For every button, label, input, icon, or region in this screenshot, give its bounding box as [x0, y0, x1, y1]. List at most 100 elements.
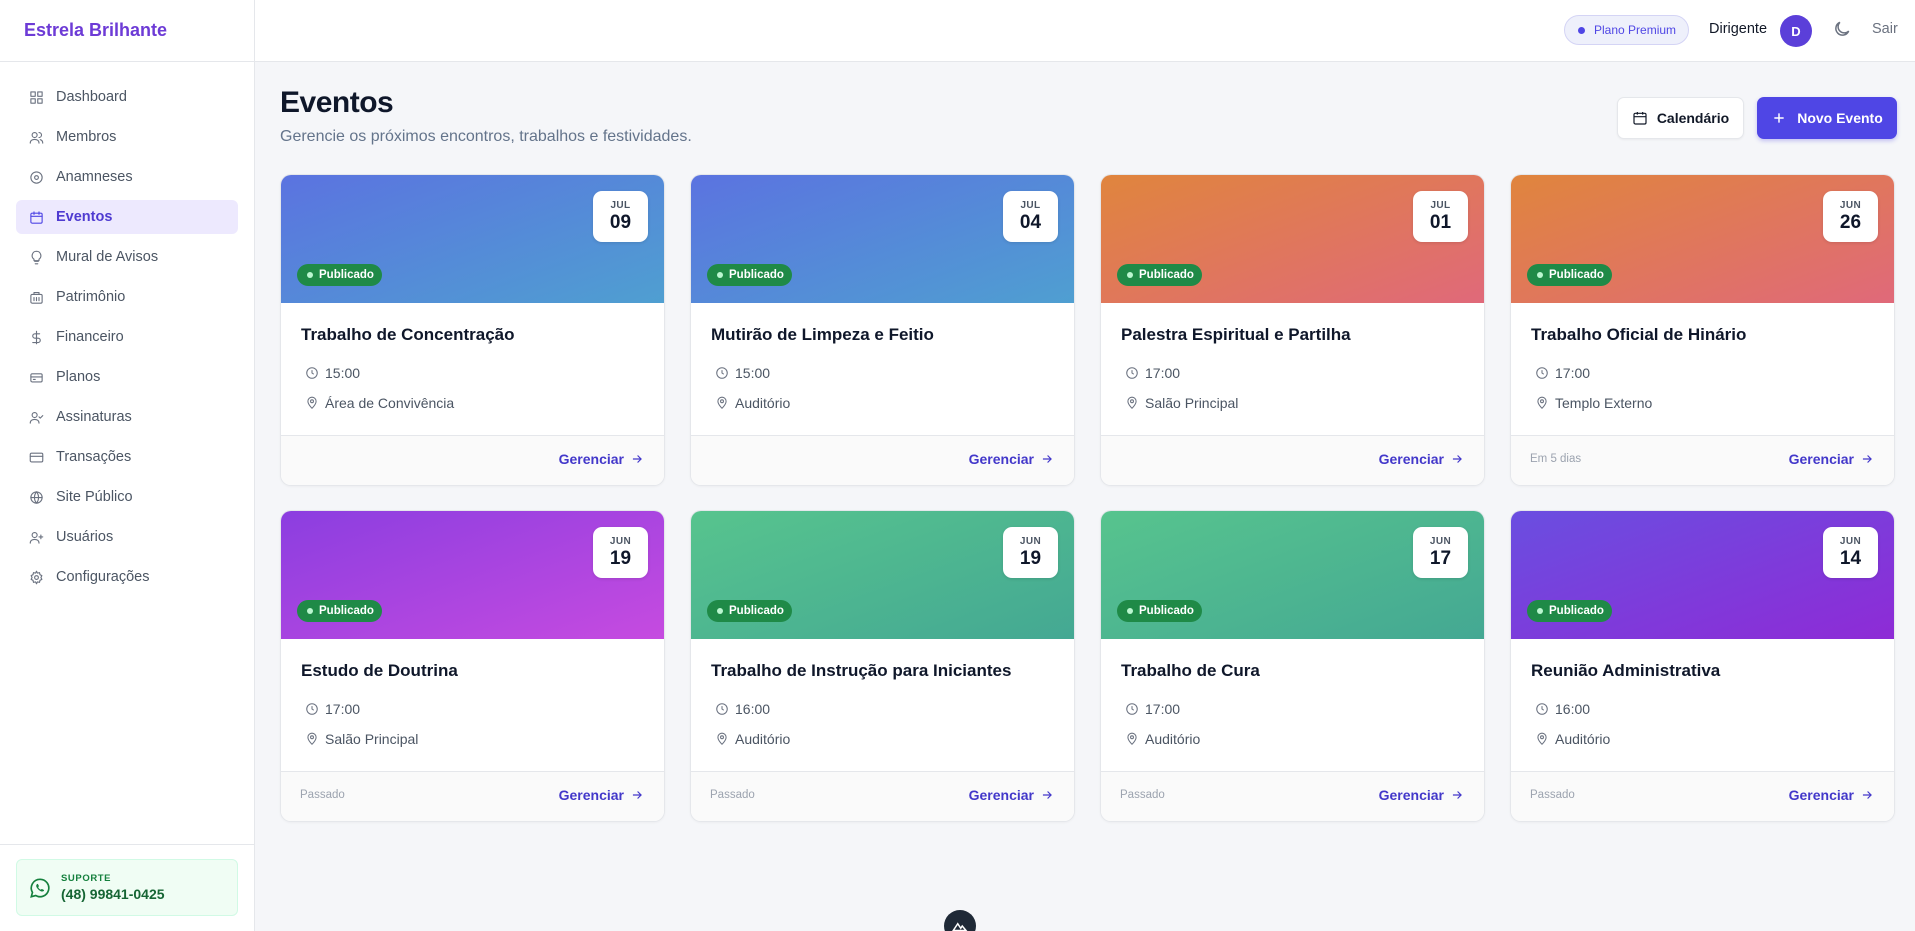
- event-card[interactable]: JUN 17 Publicado Trabalho de Cura 17:00 …: [1100, 510, 1485, 822]
- arrow-right-icon: [632, 455, 642, 463]
- arrow-right-icon: [1452, 455, 1462, 463]
- event-month: JUL: [1430, 200, 1451, 211]
- event-location: Área de Convivência: [305, 395, 454, 411]
- topbar: Plano Premium Dirigente D Sair: [255, 0, 1915, 62]
- globe-icon: [30, 490, 43, 504]
- sidebar-item-label: Dashboard: [56, 89, 127, 105]
- event-title: Trabalho Oficial de Hinário: [1531, 325, 1747, 344]
- building-icon: [30, 291, 43, 304]
- sidebar-item-configuracoes[interactable]: Configurações: [16, 560, 238, 594]
- dashboard-icon: [30, 90, 43, 104]
- manage-link[interactable]: Gerenciar: [969, 787, 1054, 803]
- event-card[interactable]: JUN 19 Publicado Trabalho de Instrução p…: [690, 510, 1075, 822]
- dev-tools-button[interactable]: [944, 910, 976, 931]
- event-title: Reunião Administrativa: [1531, 661, 1721, 680]
- event-day: 26: [1839, 212, 1862, 233]
- brand-logo[interactable]: Estrela Brilhante: [0, 0, 254, 62]
- sidebar-item-anamneses[interactable]: Anamneses: [16, 160, 238, 194]
- avatar[interactable]: D: [1780, 15, 1812, 47]
- event-card[interactable]: JUN 26 Publicado Trabalho Oficial de Hin…: [1510, 174, 1895, 486]
- manage-label: Gerenciar: [558, 451, 624, 467]
- user-check-icon: [29, 411, 44, 424]
- manage-link[interactable]: Gerenciar: [1789, 451, 1874, 467]
- sidebar-item-membros[interactable]: Membros: [16, 120, 238, 154]
- manage-link[interactable]: Gerenciar: [1379, 451, 1464, 467]
- sidebar-item-label: Transações: [56, 449, 132, 465]
- calendar-button-label: Calendário: [1656, 110, 1730, 126]
- event-title: Trabalho de Concentração: [301, 325, 515, 344]
- status-label: Publicado: [729, 605, 784, 617]
- event-time: 17:00: [1125, 701, 1180, 717]
- lightbulb-icon: [31, 250, 42, 264]
- event-location-label: Salão Principal: [1145, 395, 1239, 411]
- event-day: 19: [1019, 548, 1042, 569]
- sidebar-item-financeiro[interactable]: Financeiro: [16, 320, 238, 354]
- sidebar-item-assinaturas[interactable]: Assinaturas: [16, 400, 238, 434]
- event-day: 09: [609, 212, 632, 233]
- sidebar-item-usuarios[interactable]: Usuários: [16, 520, 238, 554]
- sidebar-item-patrimonio[interactable]: Patrimônio: [16, 280, 238, 314]
- sidebar-item-label: Patrimônio: [56, 289, 126, 305]
- event-card[interactable]: JUL 04 Publicado Mutirão de Limpeza e Fe…: [690, 174, 1075, 486]
- support-card[interactable]: SUPORTE (48) 99841-0425: [16, 859, 238, 916]
- sidebar-item-transacoes[interactable]: Transações: [16, 440, 238, 474]
- sidebar-item-site-publico[interactable]: Site Público: [16, 480, 238, 514]
- event-month: JUL: [610, 200, 631, 211]
- sidebar-item-label: Financeiro: [56, 329, 124, 345]
- event-month: JUN: [1839, 200, 1862, 211]
- sidebar-item-label: Mural de Avisos: [56, 249, 159, 265]
- event-date: JUN 19: [1003, 527, 1058, 578]
- manage-label: Gerenciar: [1788, 451, 1854, 467]
- event-location-label: Auditório: [1555, 731, 1611, 747]
- event-title: Mutirão de Limpeza e Feitio: [711, 325, 934, 344]
- event-time-label: 15:00: [735, 365, 771, 381]
- event-footer: Em 5 dias Gerenciar: [1511, 435, 1894, 485]
- arrow-right-icon: [1042, 455, 1052, 463]
- event-footer: Passado Gerenciar: [281, 771, 664, 821]
- theme-toggle-button[interactable]: [1832, 19, 1854, 41]
- manage-link[interactable]: Gerenciar: [969, 451, 1054, 467]
- status-label: Publicado: [1549, 605, 1604, 617]
- event-card[interactable]: JUN 19 Publicado Estudo de Doutrina 17:0…: [280, 510, 665, 822]
- status-label: Publicado: [1139, 269, 1194, 281]
- sidebar-item-mural-de-avisos[interactable]: Mural de Avisos: [16, 240, 238, 274]
- sidebar-item-planos[interactable]: Planos: [16, 360, 238, 394]
- user-role: Dirigente: [1709, 21, 1768, 37]
- sidebar-item-label: Anamneses: [56, 169, 133, 185]
- status-dot-icon: [1537, 608, 1543, 614]
- new-event-button[interactable]: Novo Evento: [1757, 97, 1897, 139]
- calendar-button[interactable]: Calendário: [1617, 97, 1744, 139]
- event-banner: JUL 09 Publicado: [281, 175, 664, 303]
- event-time: 16:00: [1535, 701, 1590, 717]
- manage-link[interactable]: Gerenciar: [1379, 787, 1464, 803]
- event-card[interactable]: JUL 01 Publicado Palestra Espiritual e P…: [1100, 174, 1485, 486]
- support-phone[interactable]: (48) 99841-0425: [61, 886, 165, 902]
- event-time-note: Passado: [1530, 789, 1575, 801]
- new-event-button-label: Novo Evento: [1797, 110, 1883, 126]
- manage-link[interactable]: Gerenciar: [1789, 787, 1874, 803]
- manage-link[interactable]: Gerenciar: [559, 787, 644, 803]
- mountain-icon: [952, 922, 968, 931]
- event-location-label: Salão Principal: [325, 731, 419, 747]
- plan-dot-icon: [1578, 26, 1585, 34]
- map-pin-icon: [307, 396, 317, 409]
- logout-link[interactable]: Sair: [1872, 21, 1898, 37]
- status-dot-icon: [1127, 272, 1133, 278]
- clock-icon: [1126, 703, 1138, 715]
- manage-label: Gerenciar: [558, 787, 624, 803]
- map-pin-icon: [1537, 732, 1547, 745]
- status-dot-icon: [1537, 272, 1543, 278]
- event-card[interactable]: JUN 14 Publicado Reunião Administrativa …: [1510, 510, 1895, 822]
- event-footer: Passado Gerenciar: [1101, 771, 1484, 821]
- event-location: Templo Externo: [1535, 395, 1652, 411]
- sidebar-nav: Dashboard Membros Anamneses Eventos Mura…: [0, 62, 254, 618]
- clock-icon: [306, 703, 318, 715]
- arrow-right-icon: [1862, 455, 1872, 463]
- event-card[interactable]: JUL 09 Publicado Trabalho de Concentraçã…: [280, 174, 665, 486]
- sidebar-item-label: Membros: [56, 129, 117, 145]
- sidebar-item-label: Assinaturas: [56, 409, 132, 425]
- manage-link[interactable]: Gerenciar: [559, 451, 644, 467]
- event-banner: JUN 26 Publicado: [1511, 175, 1894, 303]
- sidebar-item-dashboard[interactable]: Dashboard: [16, 80, 238, 114]
- sidebar-item-eventos[interactable]: Eventos: [16, 200, 238, 234]
